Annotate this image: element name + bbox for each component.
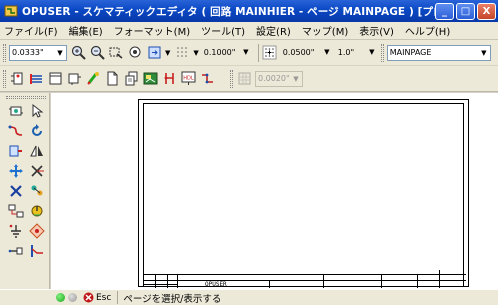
- copy-page-icon[interactable]: [123, 71, 139, 87]
- chevron-down-icon: ▼: [481, 48, 487, 57]
- zoom-extent-icon[interactable]: [146, 45, 162, 61]
- net-label-icon[interactable]: [29, 183, 45, 199]
- title-block-line: [381, 274, 382, 288]
- schematic-canvas[interactable]: OPUSER: [51, 93, 498, 289]
- menu-edit[interactable]: 編集(E): [69, 23, 103, 38]
- wire-tool-icon[interactable]: [8, 123, 24, 139]
- grid-dots-icon[interactable]: [174, 45, 190, 61]
- menu-file[interactable]: ファイル(F): [4, 23, 58, 38]
- esc-button[interactable]: Esc: [83, 292, 111, 303]
- disabled-value-select: 0.0020" ▼: [255, 70, 303, 87]
- close-button[interactable]: X: [477, 2, 496, 20]
- hierarchy-icon[interactable]: [8, 203, 24, 219]
- toolbar-grip[interactable]: [3, 69, 6, 88]
- move-icon[interactable]: [8, 163, 24, 179]
- delete-icon[interactable]: [8, 183, 24, 199]
- rotate-icon[interactable]: [29, 123, 45, 139]
- mirror-icon[interactable]: [29, 143, 45, 159]
- maximize-button[interactable]: □: [456, 2, 475, 20]
- zoom-in-icon[interactable]: [70, 45, 86, 61]
- snap-grid-icon[interactable]: [262, 45, 278, 61]
- grid-size-select[interactable]: 0.0333" ▼: [9, 44, 67, 61]
- select-arrow-icon[interactable]: [29, 103, 45, 119]
- junction-icon[interactable]: [29, 223, 45, 239]
- toolbar-objects: HDL 0.0020" ▼: [0, 66, 498, 92]
- title-block-line: [439, 270, 440, 288]
- page-icon[interactable]: [47, 71, 63, 87]
- no-connect-icon[interactable]: [29, 163, 45, 179]
- status-message: ページを選択/表示する: [117, 291, 221, 305]
- ground-icon[interactable]: [8, 223, 24, 239]
- status-grey-icon: [68, 293, 77, 302]
- menu-tools[interactable]: ツール(T): [201, 23, 245, 38]
- document-icon[interactable]: [104, 71, 120, 87]
- svg-text:HDL: HDL: [183, 76, 194, 82]
- minimize-button[interactable]: _: [435, 2, 454, 20]
- angle-select[interactable]: 1.0" ▼: [336, 45, 378, 61]
- palette-grip[interactable]: [6, 96, 46, 99]
- chevron-down-icon: ▼: [243, 47, 249, 56]
- title-block-line: [167, 274, 168, 288]
- menu-bar: ファイル(F) 編集(E) フォーマット(M) ツール(T) 設定(R) マップ…: [0, 22, 498, 40]
- title-block-line: [155, 274, 156, 288]
- chevron-down-icon: ▼: [369, 47, 375, 56]
- hdl-icon[interactable]: HDL: [180, 71, 196, 87]
- port-tool-icon[interactable]: [8, 143, 24, 159]
- zoom-window-icon[interactable]: [108, 45, 124, 61]
- grid-setting-icon: [236, 71, 252, 87]
- esc-label: Esc: [96, 292, 112, 303]
- connector-icon[interactable]: [161, 71, 177, 87]
- chevron-down-icon: ▼: [57, 48, 63, 57]
- menu-settings[interactable]: 設定(R): [256, 23, 291, 38]
- window-title: OPUSER - スケマティックエディタ ( 回路 MAINHIER - ページ…: [22, 5, 435, 18]
- title-block-line: [177, 274, 178, 288]
- probe-icon[interactable]: [85, 71, 101, 87]
- toolbar-grip[interactable]: [230, 69, 233, 88]
- menu-help[interactable]: ヘルプ(H): [405, 23, 450, 38]
- image-icon[interactable]: [142, 71, 158, 87]
- menu-map[interactable]: マップ(M): [302, 23, 348, 38]
- chevron-down-icon[interactable]: ▼: [193, 49, 198, 57]
- chevron-down-icon[interactable]: ▼: [165, 49, 170, 57]
- esc-icon: [83, 292, 94, 303]
- menu-view[interactable]: 表示(V): [359, 23, 394, 38]
- title-block-name: OPUSER: [205, 281, 227, 288]
- toolbar-grip[interactable]: [3, 43, 6, 62]
- component-icon[interactable]: [9, 71, 25, 87]
- toolbar-separator: [257, 43, 259, 62]
- sheet-border: [143, 103, 464, 286]
- toolbar-main: 0.0333" ▼ ▼ ▼ 0.1000" ▼ 0.0500" ▼ 1.0" ▼ MAI…: [0, 40, 498, 66]
- page-select[interactable]: MAINPAGE ▼: [386, 44, 491, 61]
- bus-icon[interactable]: [28, 71, 44, 87]
- zoom-fit-icon[interactable]: [127, 45, 143, 61]
- title-block-line: [269, 280, 270, 288]
- status-green-icon: [56, 293, 65, 302]
- line-width-select[interactable]: 0.1000" ▼: [202, 45, 252, 61]
- title-block-line: [323, 274, 324, 288]
- menu-format[interactable]: フォーマット(M): [114, 23, 190, 38]
- bus-entry-icon[interactable]: [29, 243, 45, 259]
- wire-connect-icon[interactable]: [199, 71, 215, 87]
- power-symbol-icon[interactable]: [29, 203, 45, 219]
- snap-size-select[interactable]: 0.0500" ▼: [281, 45, 333, 61]
- chevron-down-icon: ▼: [324, 47, 330, 56]
- title-block-line: [417, 274, 418, 288]
- title-block-line: [143, 284, 177, 285]
- zoom-out-icon[interactable]: [89, 45, 105, 61]
- app-icon: [4, 4, 18, 18]
- schematic-sheet[interactable]: OPUSER: [138, 99, 469, 288]
- frame-icon[interactable]: [66, 71, 82, 87]
- pin-tool-icon[interactable]: [8, 243, 24, 259]
- title-bar: OPUSER - スケマティックエディタ ( 回路 MAINHIER - ページ…: [0, 0, 498, 22]
- tool-palette: [0, 93, 50, 289]
- toolbar-grip[interactable]: [380, 43, 384, 62]
- select-component-icon[interactable]: [8, 103, 24, 119]
- status-bar: Esc ページを選択/表示する: [0, 289, 498, 305]
- chevron-down-icon: ▼: [293, 74, 299, 83]
